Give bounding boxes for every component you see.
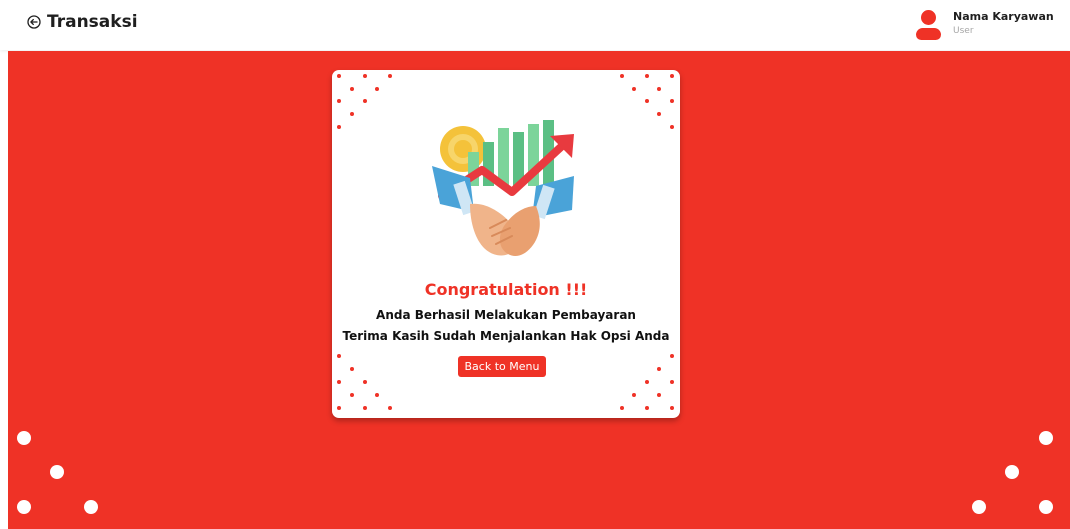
decorative-dot [337,74,341,78]
decorative-dot [375,393,379,397]
decorative-dot [657,393,661,397]
decorative-dot [363,380,367,384]
decorative-dot [670,354,674,358]
user-profile[interactable]: Nama Karyawan User [916,8,1054,42]
decorative-dot [657,112,661,116]
decorative-dot [375,87,379,91]
arrow-left-circle-icon [27,15,41,29]
decorative-dot [1039,500,1053,514]
user-name: Nama Karyawan [953,10,1054,23]
decorative-dot [670,125,674,129]
handshake-growth-chart-illustration [432,120,582,269]
decorative-dot [17,431,31,445]
success-message: Anda Berhasil Melakukan Pembayaran [376,308,636,322]
decorative-dot [620,406,624,410]
decorative-dot [657,87,661,91]
decorative-dot [645,406,649,410]
decorative-dot [670,74,674,78]
app-header: Transaksi Nama Karyawan User [0,0,1070,50]
decorative-dot [645,74,649,78]
back-button[interactable]: Transaksi [27,12,138,32]
success-card: Congratulation !!! Anda Berhasil Melakuk… [332,70,680,418]
decorative-dot [1039,431,1053,445]
decorative-dot [620,74,624,78]
user-icon [916,8,942,42]
success-heading: Congratulation !!! [424,280,588,299]
thank-you-message: Terima Kasih Sudah Menjalankan Hak Opsi … [342,329,670,343]
decorative-dot [670,380,674,384]
decorative-dot [17,500,31,514]
decorative-dot [337,354,341,358]
decorative-dot [350,393,354,397]
decorative-dot [350,87,354,91]
decorative-dot [670,406,674,410]
decorative-dot [632,393,636,397]
decorative-dot [632,87,636,91]
decorative-dot [363,74,367,78]
decorative-dot [388,74,392,78]
decorative-dot [337,99,341,103]
decorative-dot [350,112,354,116]
decorative-dot [657,367,661,371]
user-role: User [953,26,974,36]
decorative-dot [645,99,649,103]
decorative-dot [363,99,367,103]
decorative-dot [972,500,986,514]
decorative-dot [84,500,98,514]
content-area: Congratulation !!! Anda Berhasil Melakuk… [8,51,1070,529]
decorative-dot [363,406,367,410]
decorative-dot [337,125,341,129]
decorative-dot [337,380,341,384]
page-title: Transaksi [47,12,138,32]
back-to-menu-button[interactable]: Back to Menu [458,356,546,377]
decorative-dot [645,380,649,384]
decorative-dot [337,406,341,410]
decorative-dot [50,465,64,479]
decorative-dot [350,367,354,371]
decorative-dot [388,406,392,410]
decorative-dot [670,99,674,103]
decorative-dot [1005,465,1019,479]
